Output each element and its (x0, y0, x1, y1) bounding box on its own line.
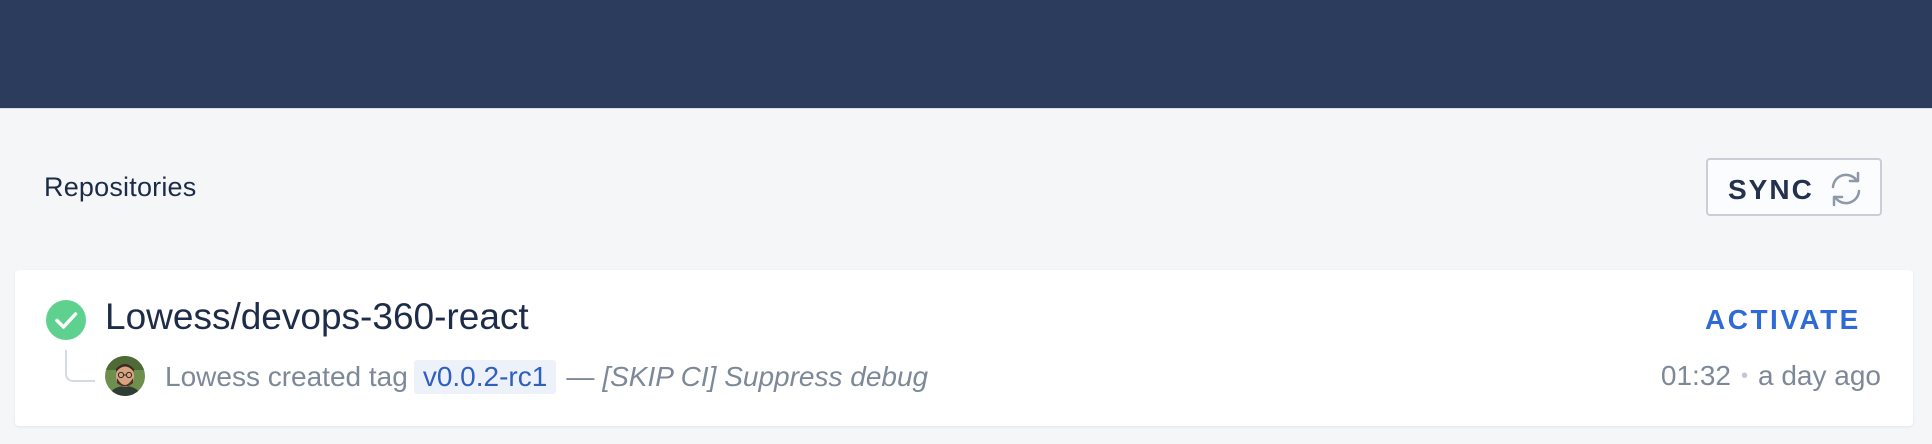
avatar (105, 356, 145, 396)
separator: — (566, 361, 595, 392)
sync-button-label: SYNC (1728, 174, 1814, 205)
sync-icon (1826, 169, 1866, 209)
top-navigation-bar (0, 0, 1932, 109)
tree-connector (65, 350, 95, 382)
tag-link[interactable]: v0.0.2-rc1 (413, 360, 557, 394)
sync-button[interactable]: SYNC (1706, 158, 1882, 216)
repository-name[interactable]: Lowess/devops-360-react (105, 296, 529, 338)
check-circle-icon (46, 300, 86, 340)
activity-time: 01:32 • a day ago (1661, 360, 1881, 392)
repository-card[interactable]: Lowess/devops-360-react ACTIVATE Lowess … (15, 270, 1913, 426)
commit-message: [SKIP CI] Suppress debug (602, 361, 929, 392)
repositories-header: Repositories SYNC (0, 108, 1932, 268)
duration: 01:32 (1660, 360, 1731, 391)
activity-text: Lowess created tag (165, 361, 408, 392)
dot-separator: • (1740, 365, 1748, 387)
last-activity: Lowess created tag v0.0.2-rc1 — [SKIP CI… (165, 360, 928, 394)
page-title: Repositories (44, 172, 197, 202)
activate-button[interactable]: ACTIVATE (1705, 304, 1861, 336)
relative-time: a day ago (1758, 360, 1881, 391)
